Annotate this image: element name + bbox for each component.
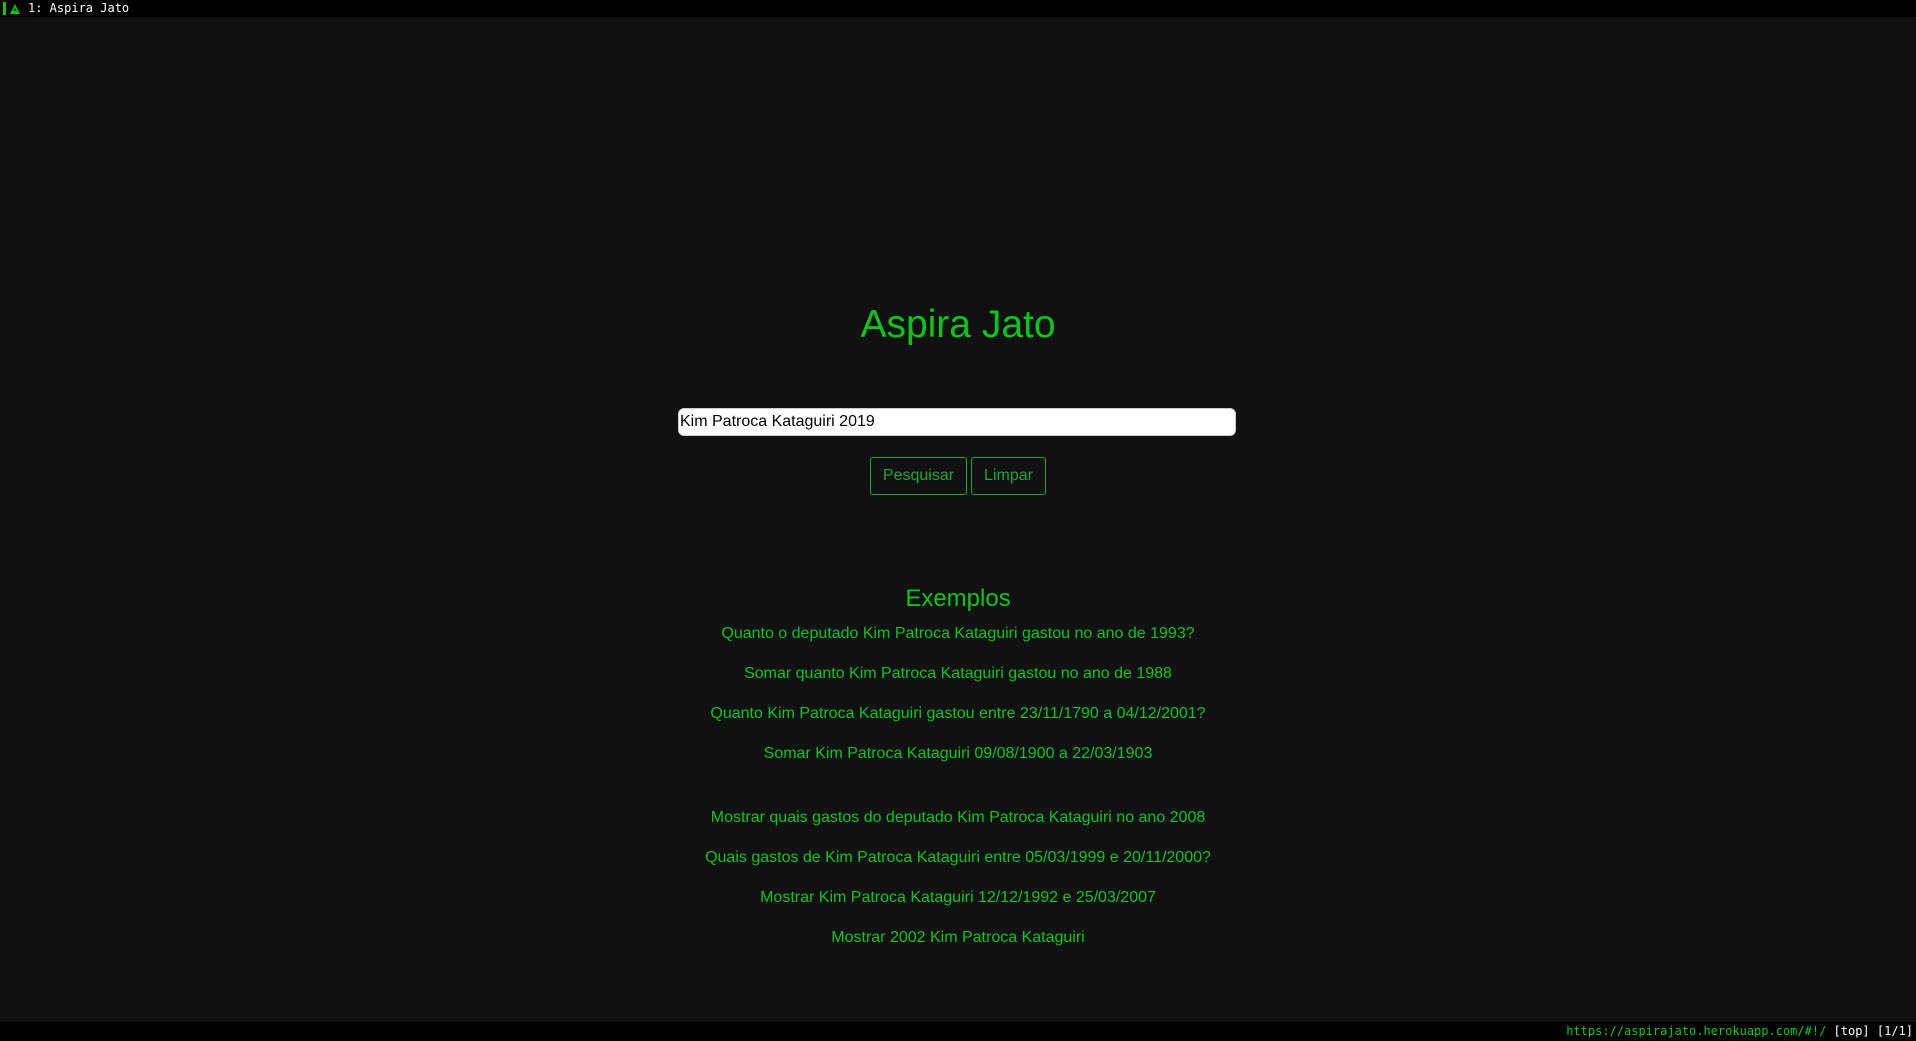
example-link[interactable]: Mostrar 2002 Kim Patroca Kataguiri [0,928,1916,948]
status-url: https://aspirajato.herokuapp.com/#!/ [1566,1024,1827,1038]
browser-status-bar: https://aspirajato.herokuapp.com/#!/ [to… [0,1022,1916,1041]
page-title: Aspira Jato [860,303,1056,346]
search-button[interactable]: Pesquisar [870,457,967,495]
favicon-icon [9,2,22,15]
example-link[interactable]: Quanto o deputado Kim Patroca Kataguiri … [0,624,1916,644]
example-link[interactable]: Somar quanto Kim Patroca Kataguiri gasto… [0,664,1916,684]
example-link[interactable]: Mostrar quais gastos do deputado Kim Pat… [0,808,1916,828]
examples-heading: Exemplos [905,585,1011,612]
example-link[interactable]: Mostrar Kim Patroca Kataguiri 12/12/1992… [0,888,1916,908]
tab-title[interactable]: 1: Aspira Jato [28,0,129,17]
search-input[interactable] [678,408,1236,436]
active-tab-indicator [3,2,6,15]
example-link[interactable]: Somar Kim Patroca Kataguiri 09/08/1900 a… [0,744,1916,764]
scroll-position: [top] [1/1] [1826,1024,1913,1038]
example-link[interactable]: Quanto Kim Patroca Kataguiri gastou entr… [0,704,1916,724]
clear-button[interactable]: Limpar [971,457,1046,495]
page-content: Aspira Jato Pesquisar Limpar Exemplos Qu… [0,17,1916,1022]
example-link[interactable]: Quais gastos de Kim Patroca Kataguiri en… [0,848,1916,868]
browser-tab-bar: 1: Aspira Jato [0,0,1916,17]
